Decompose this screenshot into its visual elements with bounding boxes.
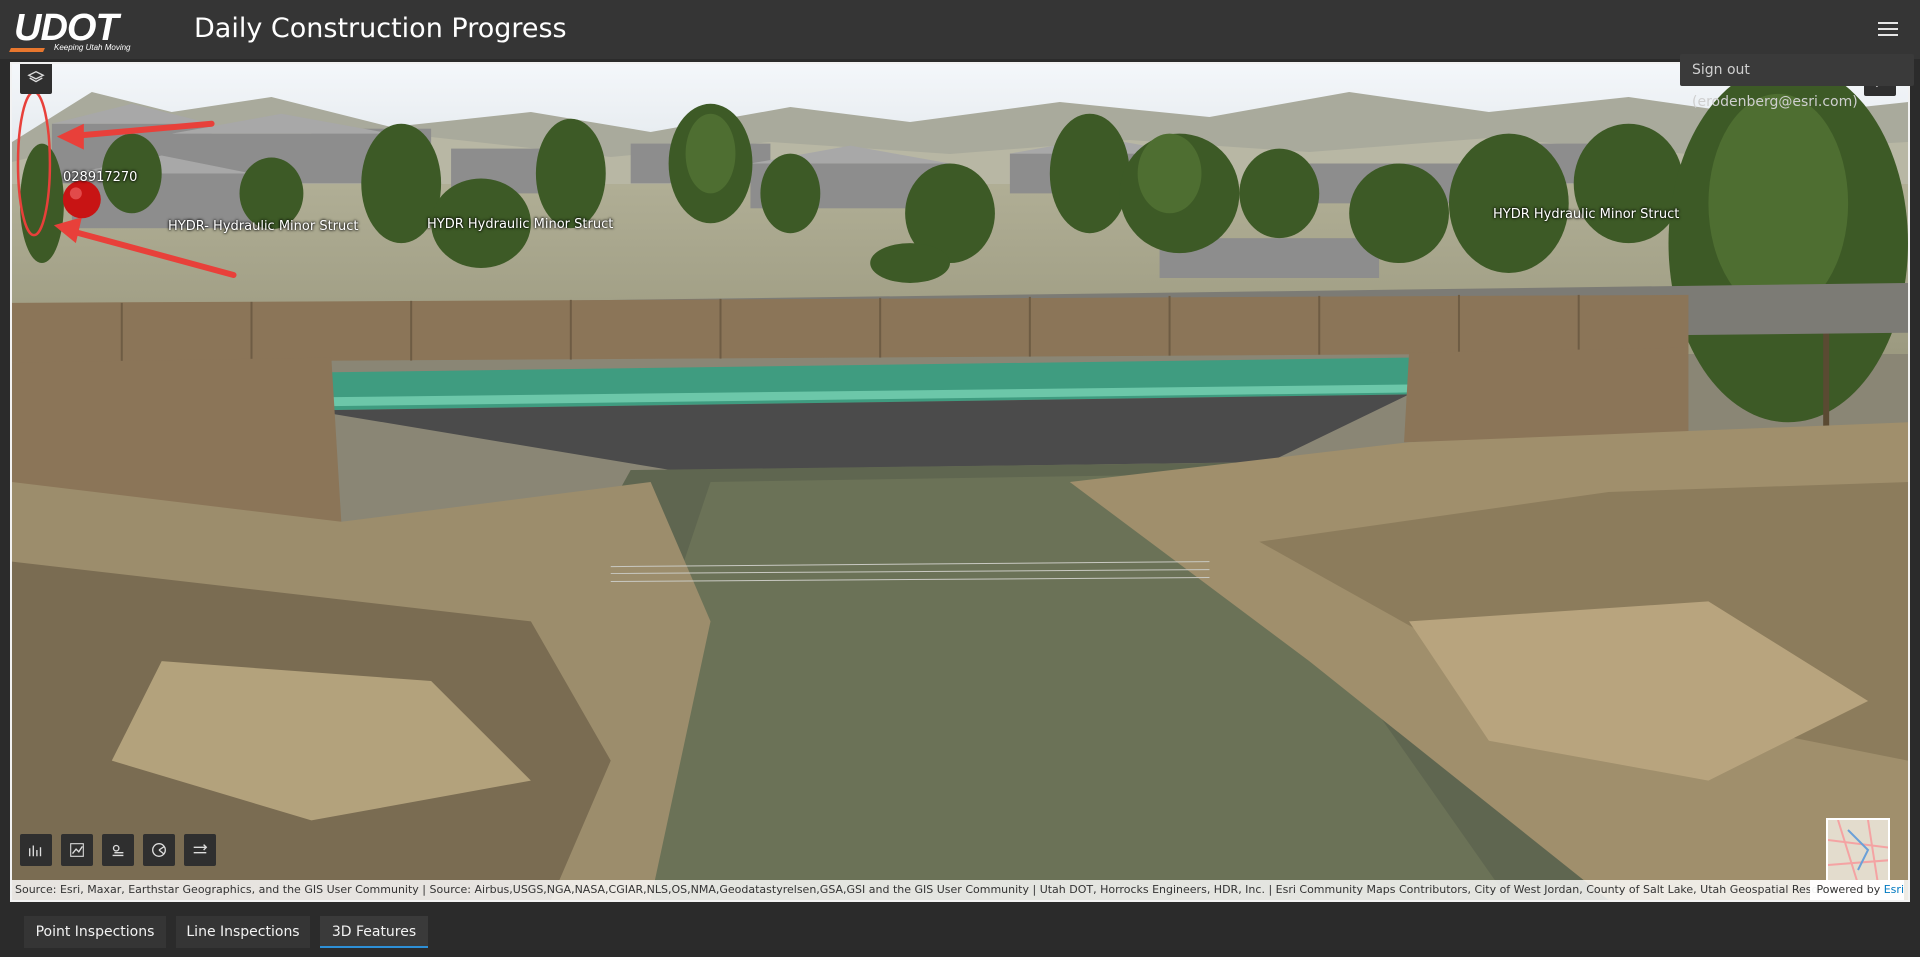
layers-icon[interactable] (20, 64, 52, 94)
elevation-profile-icon[interactable] (20, 834, 52, 866)
tab-line-inspections[interactable]: Line Inspections (176, 916, 310, 948)
powered-by[interactable]: Powered by Esri (1810, 880, 1904, 900)
app-root: UDOT Keeping Utah Moving Daily Construct… (0, 0, 1920, 957)
overview-map[interactable] (1826, 818, 1890, 882)
powered-by-prefix: Powered by (1816, 883, 1881, 896)
point-id-label: 028917270 (63, 170, 138, 185)
sign-out-button[interactable]: Sign out (erodenberg@esri.com) (1680, 54, 1914, 110)
tab-bar: Point Inspections Line Inspections 3D Fe… (0, 912, 1920, 957)
terrain-3d (12, 64, 1908, 900)
logo-text: UDOT (14, 7, 119, 49)
logo-tagline: Keeping Utah Moving (54, 43, 131, 52)
page-title: Daily Construction Progress (194, 13, 567, 44)
slice-icon[interactable] (184, 834, 216, 866)
viewshed-icon[interactable] (143, 834, 175, 866)
scene-view[interactable]: 028917270 HYDR- Hydraulic Minor Struct H… (10, 62, 1910, 902)
logo-stripe (9, 48, 45, 52)
hydr-label-2: HYDR Hydraulic Minor Struct (427, 217, 614, 232)
tab-3d-features[interactable]: 3D Features (320, 916, 428, 948)
app-header: UDOT Keeping Utah Moving Daily Construct… (0, 0, 1920, 59)
hydr-label-1: HYDR- Hydraulic Minor Struct (168, 219, 359, 234)
attribution-text: Source: Esri, Maxar, Earthstar Geographi… (15, 883, 1836, 896)
line-of-sight-icon[interactable] (61, 834, 93, 866)
attribution-bar: Source: Esri, Maxar, Earthstar Geographi… (12, 880, 1908, 900)
hydr-label-3: HYDR Hydraulic Minor Struct (1493, 207, 1680, 222)
esri-link[interactable]: Esri (1884, 883, 1904, 896)
shadow-cast-icon[interactable] (102, 834, 134, 866)
hamburger-menu-icon[interactable] (1878, 22, 1898, 38)
udot-logo: UDOT Keeping Utah Moving (9, 7, 170, 54)
tab-point-inspections[interactable]: Point Inspections (24, 916, 166, 948)
